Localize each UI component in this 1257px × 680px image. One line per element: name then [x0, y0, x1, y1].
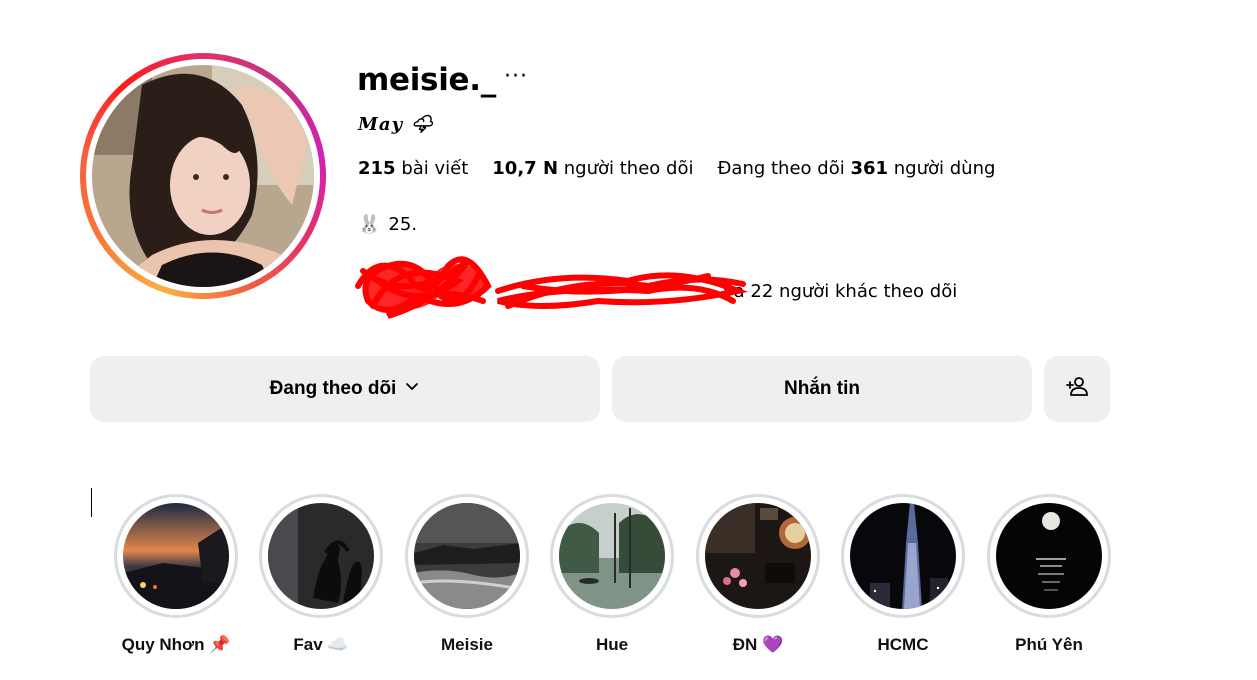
highlight-label: Phú Yên: [1015, 635, 1083, 654]
avatar-border: [86, 59, 320, 293]
highlight-cover: [559, 503, 665, 609]
following-prefix: Đang theo dõi: [717, 158, 845, 179]
suggested-users-button[interactable]: [1044, 356, 1110, 422]
highlight-ring: [550, 494, 674, 618]
display-name: 𝑴𝒂𝒚 🌩: [358, 114, 435, 135]
highlight-label: Fav ☁️: [293, 635, 349, 654]
message-button[interactable]: Nhắn tin: [612, 356, 1032, 422]
redaction-scribble: [355, 256, 748, 319]
chevron-down-icon: [404, 378, 420, 400]
username: meisie._: [357, 62, 496, 98]
posts-count: 215: [358, 158, 396, 179]
text-cursor: [91, 488, 92, 517]
highlight-phu-yen[interactable]: Phú Yên: [985, 494, 1113, 654]
profile-avatar-ring[interactable]: [80, 53, 326, 299]
highlight-fav[interactable]: Fav ☁️: [257, 494, 385, 654]
highlight-label: HCMC: [877, 635, 929, 654]
highlight-ring: [405, 494, 529, 618]
highlight-cover: [705, 503, 811, 609]
message-button-label: Nhắn tin: [784, 378, 860, 399]
bunny-emoji: 🐰: [358, 214, 381, 235]
bio: 🐰 25.: [358, 214, 417, 235]
following-button[interactable]: Đang theo dõi: [90, 356, 600, 422]
highlight-dn[interactable]: ĐN 💜: [694, 494, 822, 654]
highlight-meisie[interactable]: Meisie: [403, 494, 531, 654]
highlight-label: Quy Nhơn 📌: [121, 635, 231, 654]
mutual-followers-text: và 22 người khác theo dõi: [723, 281, 958, 302]
highlight-ring: [114, 494, 238, 618]
highlight-cover: [268, 503, 374, 609]
highlight-hcmc[interactable]: HCMC: [839, 494, 967, 654]
posts-label: bài viết: [401, 158, 469, 179]
followers-label: người theo dõi: [563, 158, 694, 179]
highlight-ring: [987, 494, 1111, 618]
following-suffix: người dùng: [893, 158, 996, 179]
posts-stat[interactable]: 215 bài viết: [358, 158, 468, 179]
followers-count: 10,7 N: [492, 158, 559, 179]
more-icon[interactable]: ···: [504, 64, 528, 89]
highlight-cover: [996, 503, 1102, 609]
following-button-label: Đang theo dõi: [269, 378, 397, 399]
highlight-cover: [123, 503, 229, 609]
highlight-cover: [850, 503, 956, 609]
bio-text: 25.: [388, 214, 418, 235]
highlight-hue[interactable]: Hue: [548, 494, 676, 654]
highlight-ring: [841, 494, 965, 618]
highlight-ring: [696, 494, 820, 618]
following-stat[interactable]: Đang theo dõi 361 người dùng: [717, 158, 995, 179]
highlight-label: Meisie: [441, 635, 493, 654]
highlight-label: ĐN 💜: [732, 635, 784, 654]
highlight-quy-nhon[interactable]: Quy Nhơn 📌: [112, 494, 240, 654]
highlight-ring: [259, 494, 383, 618]
profile-stats: 215 bài viết 10,7 N người theo dõi Đang …: [358, 158, 995, 179]
followers-stat[interactable]: 10,7 N người theo dõi: [492, 158, 693, 179]
following-count: 361: [850, 158, 889, 179]
highlight-cover: [414, 503, 520, 609]
add-person-icon: [1065, 374, 1089, 404]
avatar[interactable]: [92, 65, 314, 287]
highlight-label: Hue: [595, 635, 629, 654]
